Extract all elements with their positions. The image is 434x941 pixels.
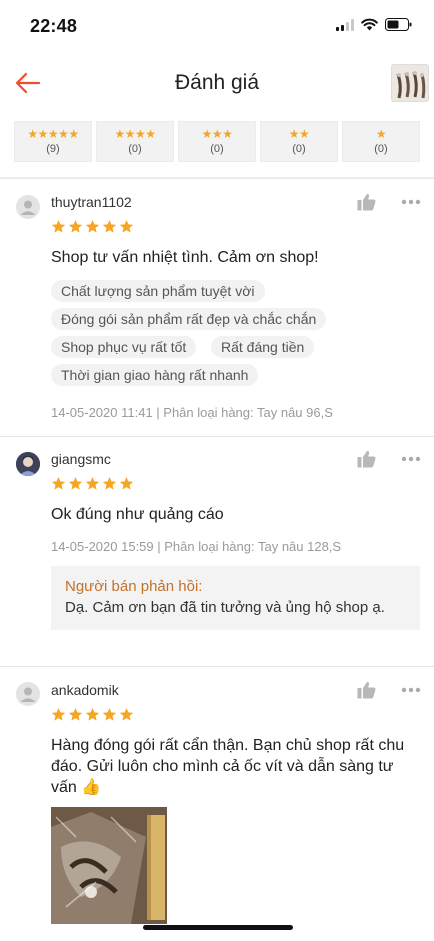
seller-reply: Người bán phản hồi: Dạ. Cảm ơn bạn đã ti… <box>51 566 420 630</box>
star-icon <box>51 476 66 490</box>
filter-stars: ★★★★★ <box>27 127 79 141</box>
filter-4-stars[interactable]: ★★★★ (0) <box>96 121 174 162</box>
star-icon <box>119 707 134 721</box>
seller-reply-text: Dạ. Cảm ơn bạn đã tin tưởng và ủng hộ sh… <box>65 599 385 616</box>
review-username: giangsmc <box>51 451 111 467</box>
star-icon <box>85 476 100 490</box>
seller-reply-title: Người bán phản hồi: <box>65 578 203 595</box>
status-time: 22:48 <box>30 16 78 36</box>
filter-3-stars[interactable]: ★★★ (0) <box>178 121 256 162</box>
filter-1-star[interactable]: ★ (0) <box>342 121 420 162</box>
review-tag: Chất lượng sản phẩm tuyệt vời <box>51 280 265 302</box>
filter-count: (0) <box>292 143 306 155</box>
star-icon <box>51 219 66 233</box>
divider <box>0 666 434 667</box>
rating-stars <box>51 707 134 722</box>
filter-stars: ★ <box>375 127 387 141</box>
star-icon <box>102 219 117 233</box>
review-comment: Ok đúng như quảng cáo <box>51 506 224 523</box>
cellular-signal-icon <box>336 18 354 31</box>
divider <box>0 436 434 437</box>
star-icon <box>51 707 66 721</box>
filter-count: (9) <box>46 143 60 155</box>
review-username: thuytran1102 <box>51 194 132 210</box>
review-username: ankadomik <box>51 682 119 698</box>
thumbs-up-icon[interactable] <box>357 193 376 211</box>
review-comment: Hàng đóng gói rất cẩn thận. Bạn chủ shop… <box>51 737 405 796</box>
review-meta: 14-05-2020 11:41 | Phân loại hàng: Tay n… <box>51 405 333 420</box>
battery-icon <box>385 18 412 31</box>
star-icon <box>119 476 134 490</box>
avatar[interactable] <box>16 195 40 219</box>
review-tag: Thời gian giao hàng rất nhanh <box>51 364 259 386</box>
filter-5-stars[interactable]: ★★★★★ (9) <box>14 121 92 162</box>
review-photo[interactable] <box>51 807 167 924</box>
star-icon <box>68 707 83 721</box>
rating-stars <box>51 476 134 491</box>
star-icon <box>102 476 117 490</box>
review-meta: 14-05-2020 15:59 | Phân loại hàng: Tay n… <box>51 539 342 554</box>
rating-stars <box>51 219 134 234</box>
star-icon <box>68 219 83 233</box>
filter-stars: ★★ <box>288 127 310 141</box>
product-thumbnail[interactable] <box>391 64 429 102</box>
review-tag: Rất đáng tiền <box>211 336 315 358</box>
review-comment: Shop tư vấn nhiệt tình. Cảm ơn shop! <box>51 249 319 266</box>
review-tag: Đóng gói sản phẩm rất đẹp và chắc chắn <box>51 308 327 330</box>
star-icon <box>85 219 100 233</box>
status-bar: 22:48 <box>0 0 434 52</box>
thumbs-up-icon[interactable] <box>357 681 376 699</box>
filter-count: (0) <box>210 143 224 155</box>
star-icon <box>102 707 117 721</box>
star-icon <box>85 707 100 721</box>
filter-2-stars[interactable]: ★★ (0) <box>260 121 338 162</box>
header: Đánh giá <box>0 52 434 114</box>
divider <box>0 177 434 179</box>
star-icon <box>119 219 134 233</box>
avatar[interactable] <box>16 682 40 706</box>
wifi-icon <box>361 18 378 31</box>
avatar[interactable] <box>16 452 40 476</box>
thumbs-up-icon[interactable] <box>357 450 376 468</box>
more-options-icon[interactable] <box>401 687 421 693</box>
home-indicator <box>143 925 293 930</box>
rating-filter-bar: ★★★★★ (9) ★★★★ (0) ★★★ (0) ★★ (0) ★ (0) <box>14 121 420 162</box>
status-icons <box>336 18 412 31</box>
filter-count: (0) <box>374 143 388 155</box>
star-icon <box>68 476 83 490</box>
filter-stars: ★★★★ <box>114 127 156 141</box>
filter-stars: ★★★ <box>201 127 233 141</box>
more-options-icon[interactable] <box>401 456 421 462</box>
page-title: Đánh giá <box>174 71 260 94</box>
review-tag: Shop phục vụ rất tốt <box>51 336 197 358</box>
more-options-icon[interactable] <box>401 199 421 205</box>
filter-count: (0) <box>128 143 142 155</box>
